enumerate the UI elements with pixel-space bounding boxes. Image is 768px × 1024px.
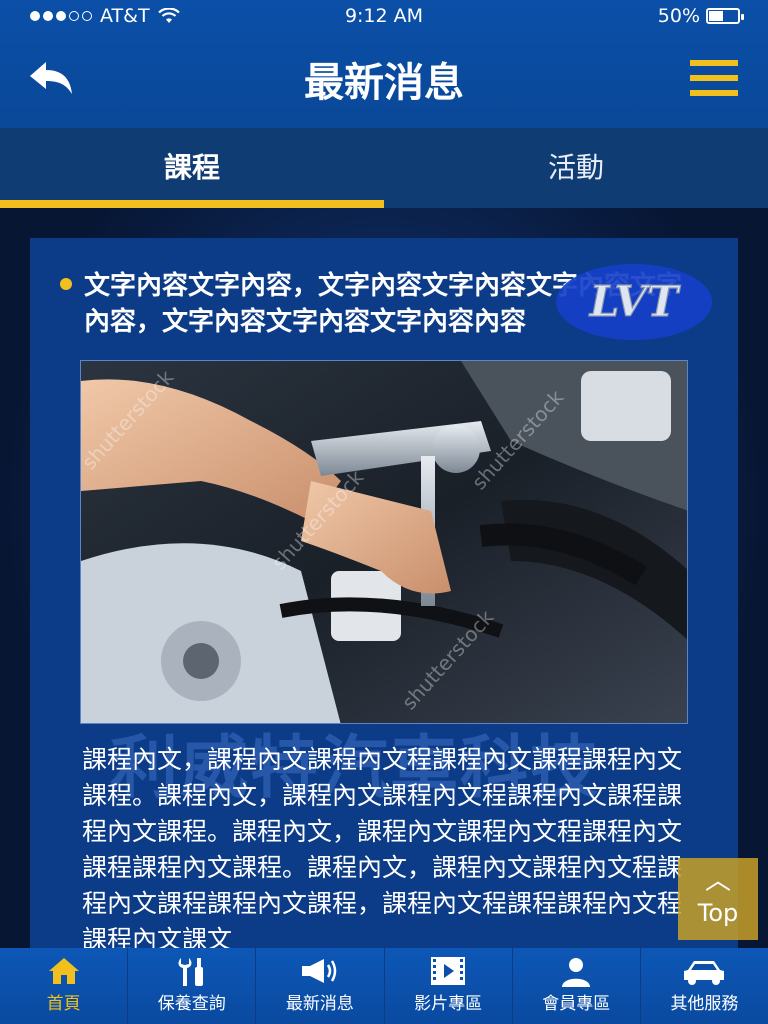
car-icon xyxy=(684,961,725,985)
nav-label: 會員專區 xyxy=(542,994,611,1014)
status-bar: AT&T 9:12 AM 50% xyxy=(0,0,768,32)
lvt-logo: LVT xyxy=(556,264,712,340)
chevron-up-icon: ︿ xyxy=(704,866,731,896)
nav-other-services[interactable]: 其他服務 xyxy=(641,948,768,1024)
hamburger-icon xyxy=(690,60,738,66)
nav-videos[interactable]: 影片專區 xyxy=(385,948,513,1024)
nav-news[interactable]: 最新消息 xyxy=(256,948,385,1024)
megaphone-icon xyxy=(301,959,337,983)
bottom-nav: 首頁 保養查詢 最新消息 影片專區 會員專區 其他服務 xyxy=(0,948,768,1024)
headline-bullet xyxy=(60,278,72,290)
page-title: 最新消息 xyxy=(304,60,464,106)
article-photo: shutterstock shutterstock shutterstock s… xyxy=(80,360,688,724)
nav-maintenance[interactable]: 保養查詢 xyxy=(128,948,257,1024)
user-icon xyxy=(562,958,591,987)
top-header: AT&T 9:12 AM 50% 最新消息 xyxy=(0,0,768,128)
nav-home[interactable]: 首頁 xyxy=(0,948,129,1024)
nav-members[interactable]: 會員專區 xyxy=(513,948,641,1024)
nav-label: 其他服務 xyxy=(670,994,739,1014)
lvt-logo-text: LVT xyxy=(589,277,681,326)
tab-bar: 課程 活動 xyxy=(0,128,768,208)
nav-label: 首頁 xyxy=(46,994,81,1014)
battery-icon xyxy=(706,8,744,24)
article-body: 課程內文，課程內文課程內文程課程內文課程課程內文課程。課程內文，課程內文課程內文… xyxy=(82,745,683,954)
tools-icon xyxy=(178,958,203,986)
active-tab-indicator xyxy=(0,200,384,208)
film-icon xyxy=(431,957,466,985)
battery-percent: 50% xyxy=(657,5,700,27)
menu-button[interactable] xyxy=(690,60,738,96)
status-time: 9:12 AM xyxy=(344,5,424,27)
home-icon xyxy=(48,958,79,984)
tab-activities[interactable]: 活動 xyxy=(384,128,768,208)
nav-label: 影片專區 xyxy=(414,994,483,1014)
tab-courses[interactable]: 課程 xyxy=(0,128,384,208)
status-right: 50% xyxy=(657,5,744,27)
scroll-top-label: Top xyxy=(697,899,739,927)
nav-label: 最新消息 xyxy=(285,994,354,1014)
nav-label: 保養查詢 xyxy=(157,994,226,1014)
scroll-top-button[interactable]: ︿ Top xyxy=(678,858,758,940)
